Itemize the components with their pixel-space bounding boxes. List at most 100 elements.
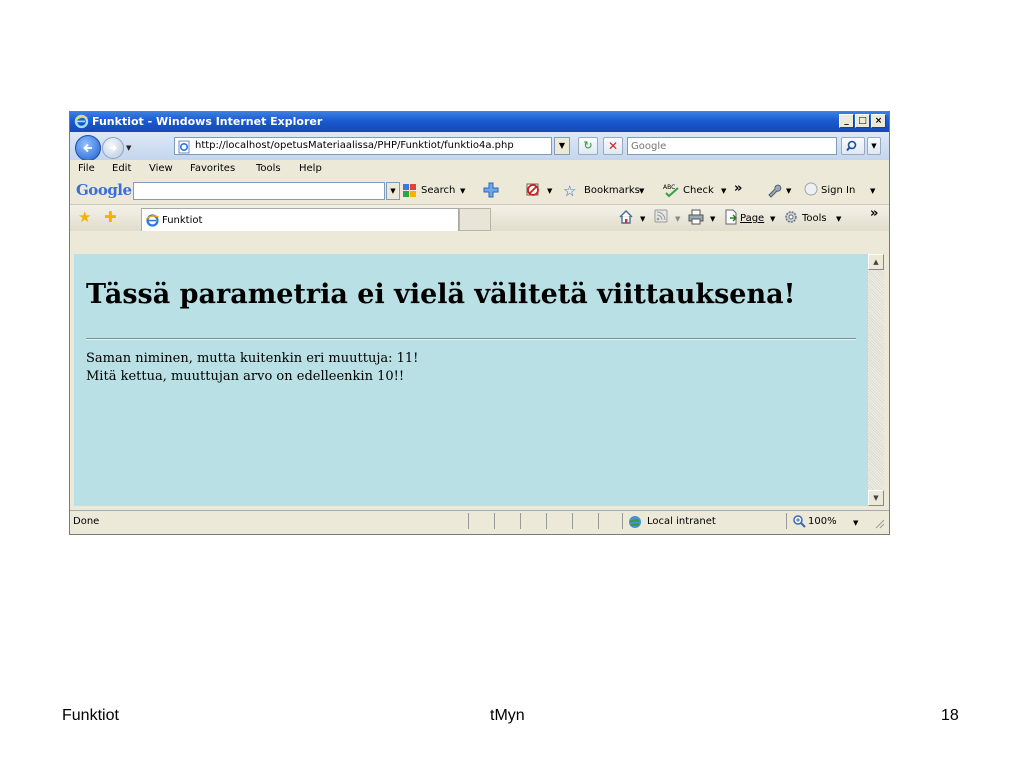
more-tools-button[interactable]: » xyxy=(734,181,742,196)
chevron-down-icon[interactable]: ▼ xyxy=(675,215,680,223)
address-dropdown-button[interactable]: ▼ xyxy=(554,137,570,155)
chevron-down-icon[interactable]: ▼ xyxy=(721,187,726,195)
stop-button[interactable]: ✕ xyxy=(603,137,623,155)
zoom-level[interactable]: 100% xyxy=(808,516,837,527)
maximize-button[interactable]: □ xyxy=(855,114,870,128)
popup-blocker-icon[interactable] xyxy=(525,182,541,201)
history-dropdown-icon[interactable]: ▼ xyxy=(126,144,131,152)
output-line-2: Mitä kettua, muuttujan arvo on edelleenk… xyxy=(86,369,405,384)
forward-button[interactable] xyxy=(102,137,124,159)
close-button[interactable]: × xyxy=(871,114,886,128)
google-toolbar: Google ▼ Search ▼ ▼ ☆ Bookmarks ▼ ABC Ch… xyxy=(70,178,889,205)
sign-in-button[interactable]: Sign In xyxy=(821,185,855,196)
wrench-icon[interactable] xyxy=(766,182,782,201)
scroll-down-button[interactable]: ▼ xyxy=(868,490,884,506)
chevron-down-icon[interactable]: ▼ xyxy=(786,187,791,195)
ie-logo-icon xyxy=(74,114,89,132)
search-options-button[interactable]: ▼ xyxy=(867,137,881,155)
chevron-down-icon[interactable]: ▼ xyxy=(639,187,644,195)
chevron-down-icon[interactable]: ▼ xyxy=(836,215,841,223)
page-menu-button[interactable]: Page xyxy=(740,213,764,224)
google-logo: Google xyxy=(76,181,132,199)
sign-in-icon xyxy=(804,182,818,199)
gear-icon xyxy=(783,209,799,228)
google-search-input[interactable] xyxy=(133,182,385,200)
address-row: ▼ http://localhost/opetusMateriaalissa/P… xyxy=(70,132,889,161)
output-line-1: Saman niminen, mutta kuitenkin eri muutt… xyxy=(86,351,419,366)
home-icon[interactable] xyxy=(618,209,634,228)
bookmarks-button[interactable]: Bookmarks xyxy=(584,185,640,196)
tools-menu-button[interactable]: Tools xyxy=(802,213,827,224)
menu-edit[interactable]: Edit xyxy=(112,163,131,174)
new-tab-button[interactable] xyxy=(459,208,491,231)
page-menu-icon xyxy=(724,209,738,228)
tab-funktiot[interactable]: Funktiot xyxy=(141,208,459,231)
zone-text: Local intranet xyxy=(647,516,716,527)
chevron-down-icon[interactable]: ▼ xyxy=(853,519,858,527)
google-search-button[interactable]: Search xyxy=(421,185,455,196)
status-cell xyxy=(468,513,493,529)
tab-label: Funktiot xyxy=(162,215,203,226)
feeds-icon[interactable] xyxy=(654,209,668,226)
chevron-down-icon[interactable]: ▼ xyxy=(710,215,715,223)
menu-help[interactable]: Help xyxy=(299,163,322,174)
refresh-icon: ↻ xyxy=(583,139,593,152)
url-text: http://localhost/opetusMateriaalissa/PHP… xyxy=(195,140,514,151)
back-button[interactable] xyxy=(75,135,101,161)
search-field[interactable] xyxy=(627,137,840,155)
status-cell xyxy=(572,513,597,529)
refresh-button[interactable]: ↻ xyxy=(578,137,598,155)
title-bar: Funktiot - Windows Internet Explorer _ □… xyxy=(70,112,889,132)
star-icon[interactable]: ☆ xyxy=(563,182,576,200)
search-input[interactable] xyxy=(628,138,840,154)
vertical-scrollbar[interactable]: ▲ ▼ xyxy=(868,254,884,506)
more-commands-button[interactable]: » xyxy=(870,206,878,221)
zoom-icon[interactable] xyxy=(792,514,806,531)
menu-file[interactable]: File xyxy=(78,163,95,174)
chevron-down-icon[interactable]: ▼ xyxy=(547,187,552,195)
spellcheck-icon[interactable]: ABC xyxy=(663,183,681,202)
footer-page-number: 18 xyxy=(941,707,959,724)
stop-icon: ✕ xyxy=(607,139,619,153)
window-title: Funktiot - Windows Internet Explorer xyxy=(92,115,323,128)
chevron-down-icon[interactable]: ▼ xyxy=(640,215,645,223)
status-text: Done xyxy=(73,516,100,527)
check-button[interactable]: Check xyxy=(683,185,714,196)
menu-tools[interactable]: Tools xyxy=(256,163,281,174)
status-cell xyxy=(546,513,571,529)
magnifier-icon xyxy=(846,140,857,152)
page-heading: Tässä parametria ei vielä välitetä viitt… xyxy=(86,279,796,310)
menu-bar: File Edit View Favorites Tools Help xyxy=(70,160,889,178)
menu-view[interactable]: View xyxy=(149,163,173,174)
chevron-down-icon[interactable]: ▼ xyxy=(460,187,465,195)
chevron-down-icon[interactable]: ▼ xyxy=(770,215,775,223)
google-search-dropdown[interactable]: ▼ xyxy=(386,182,400,200)
arrow-left-icon xyxy=(83,143,92,153)
status-cell xyxy=(520,513,545,529)
resize-grip-icon[interactable] xyxy=(873,517,885,532)
footer-author: tMyn xyxy=(490,707,525,724)
favorites-bar: ★ ✚ Funktiot ▼ ▼ ▼ Page ▼ Tools ▼ » xyxy=(70,205,889,231)
ie-page-icon xyxy=(145,213,160,231)
search-button[interactable] xyxy=(841,137,865,155)
horizontal-rule xyxy=(86,338,856,340)
page-content: Tässä parametria ei vielä välitetä viitt… xyxy=(74,254,868,506)
intranet-globe-icon xyxy=(627,514,643,533)
print-icon[interactable] xyxy=(688,209,704,228)
browser-window: Funktiot - Windows Internet Explorer _ □… xyxy=(69,111,890,535)
plus-puzzle-icon[interactable] xyxy=(482,182,500,201)
minimize-button[interactable]: _ xyxy=(839,114,854,128)
chevron-down-icon[interactable]: ▼ xyxy=(870,187,875,195)
status-cell xyxy=(598,513,623,529)
address-field[interactable]: http://localhost/opetusMateriaalissa/PHP… xyxy=(174,137,552,155)
scroll-up-button[interactable]: ▲ xyxy=(868,254,884,270)
status-cell xyxy=(494,513,519,529)
google-search-icon xyxy=(402,183,418,202)
page-icon xyxy=(177,139,191,158)
menu-favorites[interactable]: Favorites xyxy=(190,163,235,174)
favorites-center-icon[interactable]: ★ xyxy=(78,208,91,226)
footer-title: Funktiot xyxy=(62,707,119,724)
status-bar: Done Local intranet 100% ▼ xyxy=(70,510,889,533)
add-favorite-icon[interactable]: ✚ xyxy=(104,208,117,226)
svg-text:ABC: ABC xyxy=(663,184,675,191)
